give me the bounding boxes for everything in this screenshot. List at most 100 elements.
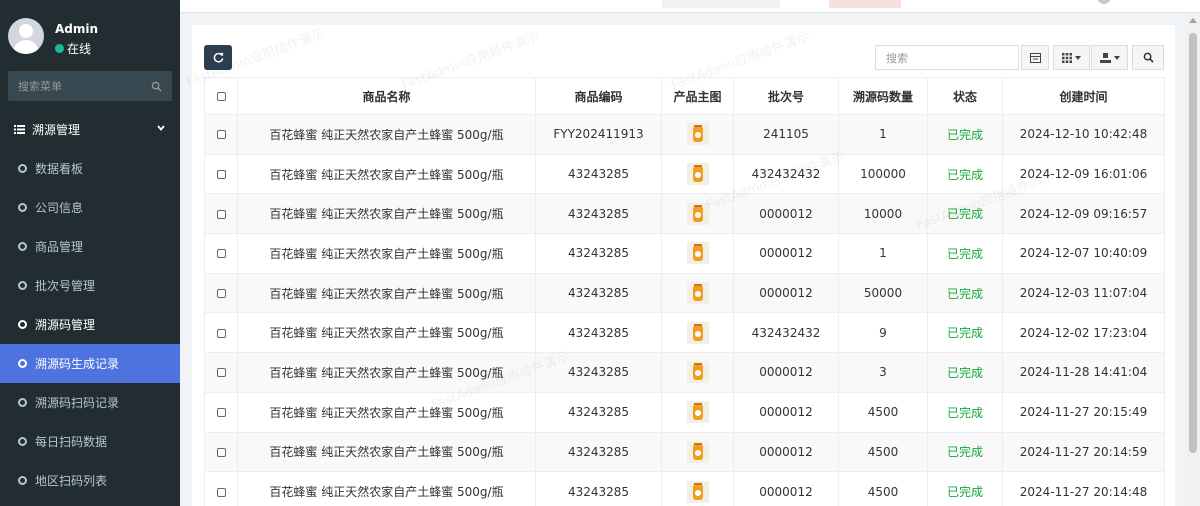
status-cell: 已完成	[927, 272, 1003, 314]
avatar[interactable]	[8, 18, 44, 54]
product-name-cell: 百花蜂蜜 纯正天然农家自产土蜂蜜 500g/瓶	[237, 471, 536, 506]
sidebar-item-company[interactable]: 公司信息	[0, 188, 180, 227]
table-row[interactable]: 百花蜂蜜 纯正天然农家自产土蜂蜜 500g/瓶 43243285 432432432…	[204, 312, 1165, 354]
created-time-cell: 2024-11-27 20:15:49	[1002, 391, 1165, 433]
card-view-icon	[1029, 52, 1041, 63]
row-checkbox[interactable]	[216, 209, 226, 219]
product-code-cell: 43243285	[535, 312, 662, 354]
column-header[interactable]: 状态	[927, 77, 1003, 115]
product-thumbnail[interactable]	[686, 202, 709, 225]
row-checkbox-cell	[204, 193, 238, 235]
row-checkbox[interactable]	[216, 289, 226, 299]
top-nav-bar	[180, 0, 1200, 13]
product-image-cell	[661, 233, 734, 274]
row-checkbox[interactable]	[216, 249, 226, 259]
product-thumbnail[interactable]	[686, 242, 709, 265]
table-row[interactable]: 百花蜂蜜 纯正天然农家自产土蜂蜜 500g/瓶 43243285 432432432…	[204, 153, 1165, 195]
column-header[interactable]: 创建时间	[1002, 77, 1165, 115]
product-thumbnail[interactable]	[686, 163, 709, 186]
row-checkbox[interactable]	[216, 487, 226, 497]
sidebar-section-label: 溯源管理	[32, 123, 81, 137]
generation-records-table: 商品名称 商品编码 产品主图 批次号 溯源码数量 状态 创建时间 百花蜂蜜 纯正…	[204, 77, 1165, 506]
table-row[interactable]: 百花蜂蜜 纯正天然农家自产土蜂蜜 500g/瓶 43243285 0000012 45…	[204, 471, 1165, 506]
sidebar-item-region-scans[interactable]: 地区扫码列表	[0, 461, 180, 500]
toggle-view-button[interactable]	[1021, 45, 1049, 70]
top-tab[interactable]	[662, 0, 780, 8]
table-row[interactable]: 百花蜂蜜 纯正天然农家自产土蜂蜜 500g/瓶 FYY202411913 24110…	[204, 114, 1165, 155]
sidebar-item-scan-log[interactable]: 溯源码扫码记录	[0, 383, 180, 422]
product-code-cell: 43243285	[535, 272, 662, 314]
table-row[interactable]: 百花蜂蜜 纯正天然农家自产土蜂蜜 500g/瓶 43243285 0000012 3 已…	[204, 352, 1165, 393]
sidebar-item-batches[interactable]: 批次号管理	[0, 266, 180, 305]
created-time-cell: 2024-12-02 17:23:04	[1002, 312, 1165, 354]
refresh-button[interactable]	[204, 45, 232, 70]
code-quantity-cell: 50000	[838, 272, 928, 314]
column-header[interactable]: 批次号	[733, 77, 839, 115]
circle-icon	[18, 437, 27, 446]
product-code-cell: 43243285	[535, 352, 662, 393]
row-checkbox[interactable]	[216, 408, 226, 418]
product-code-cell: 43243285	[535, 431, 662, 473]
column-header[interactable]: 商品名称	[237, 77, 536, 115]
batch-number-cell: 432432432	[733, 153, 839, 195]
sidebar-item-daily-scans[interactable]: 每日扫码数据	[0, 422, 180, 461]
circle-icon	[18, 203, 27, 212]
table-search-input[interactable]: 搜索	[875, 45, 1019, 70]
status-cell: 已完成	[927, 153, 1003, 195]
circle-icon	[18, 281, 27, 290]
sidebar-item-generation-log[interactable]: 溯源码生成记录	[0, 344, 180, 383]
advanced-search-button[interactable]	[1132, 45, 1164, 70]
batch-number-cell: 241105	[733, 114, 839, 155]
scroll-up-icon[interactable]	[1189, 18, 1197, 23]
product-thumbnail[interactable]	[686, 123, 709, 146]
product-thumbnail[interactable]	[686, 440, 709, 463]
sidebar-section-trace[interactable]: 溯源管理	[0, 110, 180, 149]
batch-number-cell: 0000012	[733, 391, 839, 433]
column-header[interactable]: 产品主图	[661, 77, 734, 115]
product-thumbnail[interactable]	[686, 361, 709, 384]
product-image-cell	[661, 153, 734, 195]
row-checkbox[interactable]	[216, 170, 226, 180]
product-thumbnail[interactable]	[686, 480, 709, 503]
created-time-cell: 2024-12-09 09:16:57	[1002, 193, 1165, 235]
batch-number-cell: 0000012	[733, 431, 839, 473]
created-time-cell: 2024-12-09 16:01:06	[1002, 153, 1165, 195]
product-name-cell: 百花蜂蜜 纯正天然农家自产土蜂蜜 500g/瓶	[237, 431, 536, 473]
table-row[interactable]: 百花蜂蜜 纯正天然农家自产土蜂蜜 500g/瓶 43243285 0000012 45…	[204, 391, 1165, 433]
product-thumbnail[interactable]	[686, 321, 709, 344]
sidebar-item-dashboard[interactable]: 数据看板	[0, 149, 180, 188]
batch-number-cell: 0000012	[733, 352, 839, 393]
user-name: Admin	[55, 22, 99, 36]
table-row[interactable]: 百花蜂蜜 纯正天然农家自产土蜂蜜 500g/瓶 43243285 0000012 10…	[204, 193, 1165, 235]
top-tab-active[interactable]	[829, 0, 901, 8]
product-image-cell	[661, 312, 734, 354]
sidebar-search-input[interactable]: 搜索菜单	[8, 71, 172, 101]
refresh-icon	[213, 52, 223, 63]
sidebar-item-products[interactable]: 商品管理	[0, 227, 180, 266]
code-quantity-cell: 10000	[838, 193, 928, 235]
column-header[interactable]: 商品编码	[535, 77, 662, 115]
table-row[interactable]: 百花蜂蜜 纯正天然农家自产土蜂蜜 500g/瓶 43243285 0000012 45…	[204, 431, 1165, 473]
export-button[interactable]	[1091, 45, 1128, 70]
row-checkbox[interactable]	[216, 328, 226, 338]
row-checkbox[interactable]	[216, 130, 226, 140]
product-code-cell: 43243285	[535, 193, 662, 235]
scrollbar-thumb[interactable]	[1189, 33, 1197, 453]
columns-button[interactable]	[1053, 45, 1090, 70]
product-name-cell: 百花蜂蜜 纯正天然农家自产土蜂蜜 500g/瓶	[237, 233, 536, 274]
table-row[interactable]: 百花蜂蜜 纯正天然农家自产土蜂蜜 500g/瓶 43243285 0000012 1 已…	[204, 233, 1165, 274]
product-thumbnail[interactable]	[686, 401, 709, 424]
status-cell: 已完成	[927, 312, 1003, 354]
row-checkbox-cell	[204, 471, 238, 506]
user-menu-icon[interactable]	[1097, 0, 1111, 4]
page-scrollbar[interactable]	[1186, 13, 1200, 506]
column-header[interactable]: 溯源码数量	[838, 77, 928, 115]
select-all-checkbox[interactable]	[216, 92, 226, 101]
sidebar-item-label: 溯源码生成记录	[35, 357, 120, 371]
row-checkbox[interactable]	[216, 447, 226, 457]
sidebar-item-trace-codes[interactable]: 溯源码管理	[0, 305, 180, 344]
product-thumbnail[interactable]	[686, 282, 709, 305]
row-checkbox-cell	[204, 153, 238, 195]
row-checkbox[interactable]	[216, 368, 226, 378]
table-row[interactable]: 百花蜂蜜 纯正天然农家自产土蜂蜜 500g/瓶 43243285 0000012 50…	[204, 272, 1165, 314]
